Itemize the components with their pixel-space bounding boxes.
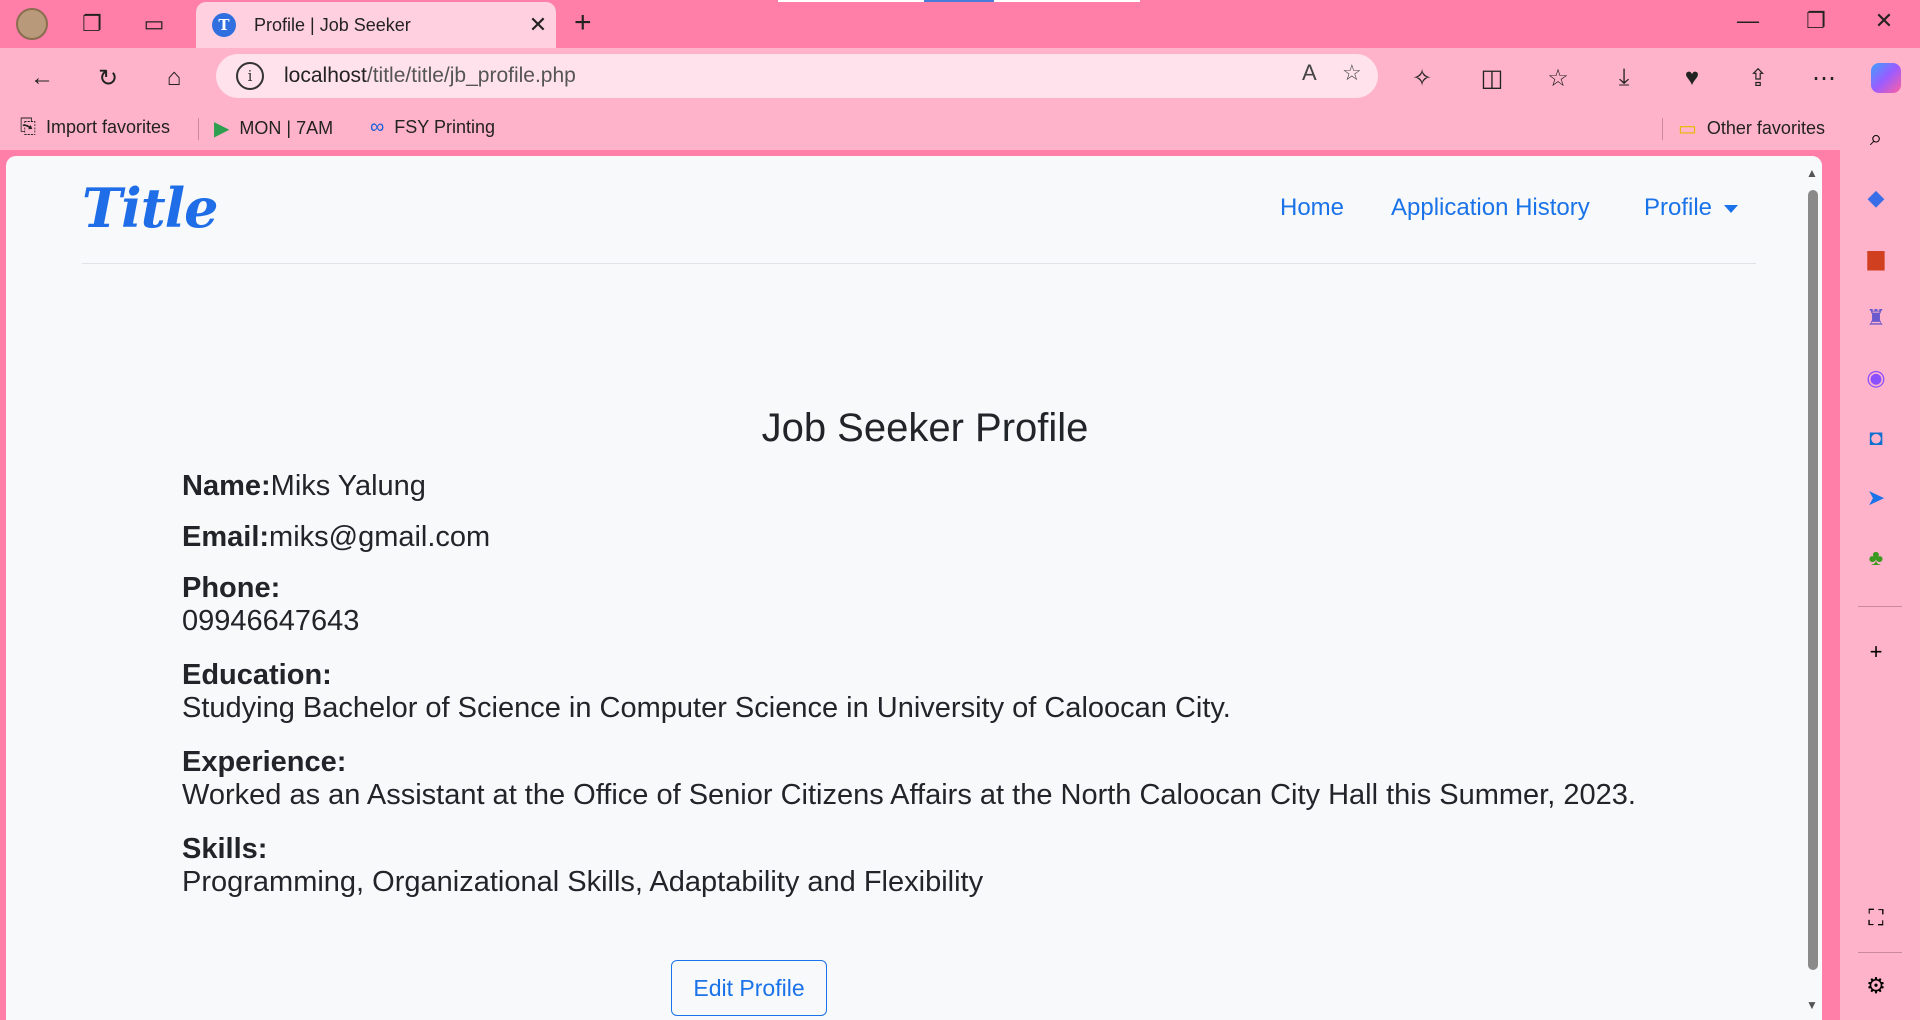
sidebar-divider — [1858, 952, 1902, 953]
import-icon: ⎘ — [20, 116, 36, 138]
minimize-icon[interactable]: — — [1728, 8, 1768, 34]
browser-toolbar: ← ↻ ⌂ i localhost/title/title/jb_profile… — [0, 48, 1920, 106]
close-tab-icon[interactable]: ✕ — [520, 12, 556, 38]
extensions-icon[interactable]: ✧ — [1404, 60, 1440, 96]
search-icon[interactable]: ⌕ — [1860, 122, 1892, 154]
microsoft-365-icon[interactable]: ◉ — [1860, 362, 1892, 394]
edit-profile-button[interactable]: Edit Profile — [671, 960, 827, 1016]
favorite-fsy-printing[interactable]: ∞ FSY Printing — [370, 116, 495, 139]
back-icon[interactable]: ← — [24, 60, 60, 96]
scrollbar[interactable]: ▲ ▼ — [1802, 156, 1822, 1020]
close-window-icon[interactable]: ✕ — [1864, 8, 1904, 34]
favorite-star-icon[interactable]: ☆ — [1342, 60, 1362, 86]
education-value: Studying Bachelor of Science in Computer… — [182, 692, 1231, 724]
navbar: Title Home Application History Profile — [82, 156, 1756, 264]
reload-icon[interactable]: ↻ — [90, 60, 126, 96]
meta-icon: ∞ — [370, 116, 385, 138]
education-label: Education: — [182, 659, 332, 691]
downloads-icon[interactable]: ⤓ — [1606, 60, 1642, 96]
favorites-divider — [1662, 118, 1663, 140]
scrollbar-thumb[interactable] — [1808, 190, 1818, 970]
browser-essentials-icon[interactable]: ♥ — [1674, 60, 1710, 96]
tab-strip-line — [994, 0, 1140, 2]
skills-value: Programming, Organizational Skills, Adap… — [182, 866, 984, 898]
page-viewport: Title Home Application History Profile J… — [6, 156, 1822, 1020]
experience-label: Experience: — [182, 746, 347, 778]
profile-avatar-icon[interactable] — [16, 8, 48, 40]
experience-value: Worked as an Assistant at the Office of … — [182, 779, 1636, 811]
tab-bar: ❐ ▭ T Profile | Job Seeker ✕ + — ❐ ✕ — [0, 0, 1920, 48]
address-bar[interactable]: i localhost/title/title/jb_profile.php A… — [216, 54, 1378, 98]
email-label: Email: — [182, 521, 270, 553]
more-options-icon[interactable]: ⋯ — [1806, 60, 1842, 96]
profile-education: Education: Studying Bachelor of Science … — [182, 659, 1231, 725]
page-title: Job Seeker Profile — [761, 406, 1089, 450]
url-text[interactable]: localhost/title/title/jb_profile.php — [284, 64, 576, 88]
nav-application-history-link[interactable]: Application History — [1391, 194, 1590, 222]
caret-down-icon — [1724, 204, 1739, 213]
scroll-down-icon[interactable]: ▼ — [1806, 998, 1818, 1012]
name-label: Name: — [182, 470, 271, 502]
shopping-tag-icon[interactable]: ◆ — [1860, 182, 1892, 214]
profile-email: Email:miks@gmail.com — [182, 521, 490, 554]
workspaces-icon[interactable]: ❐ — [76, 8, 108, 40]
tools-icon[interactable]: ▆ — [1860, 242, 1892, 274]
active-tab[interactable]: T Profile | Job Seeker ✕ — [196, 2, 556, 48]
name-value: Miks Yalung — [270, 470, 426, 502]
vertical-tabs-icon[interactable]: ▭ — [138, 8, 170, 40]
tab-title: Profile | Job Seeker — [254, 14, 411, 35]
share-icon[interactable]: ⇪ — [1740, 60, 1776, 96]
screenshot-icon[interactable]: ⛶ — [1860, 902, 1892, 934]
skills-label: Skills: — [182, 833, 268, 865]
profile-experience: Experience: Worked as an Assistant at th… — [182, 746, 1636, 812]
tab-strip-line — [778, 0, 924, 2]
copilot-icon[interactable] — [1868, 60, 1904, 96]
favorites-icon[interactable]: ☆ — [1540, 60, 1576, 96]
games-icon[interactable]: ♜ — [1860, 302, 1892, 334]
favorites-divider — [198, 118, 199, 140]
nav-home-link[interactable]: Home — [1280, 194, 1344, 222]
meet-icon: ▶ — [214, 118, 230, 140]
home-icon[interactable]: ⌂ — [156, 60, 192, 96]
site-info-icon[interactable]: i — [236, 62, 264, 90]
email-value: miks@gmail.com — [269, 521, 491, 553]
other-favorites[interactable]: ▭ Other favorites — [1678, 116, 1825, 141]
add-icon[interactable]: + — [1860, 636, 1892, 668]
read-aloud-icon[interactable]: A — [1302, 60, 1317, 86]
split-screen-icon[interactable]: ◫ — [1474, 60, 1510, 96]
new-tab-button[interactable]: + — [574, 6, 592, 40]
profile-phone: Phone: 09946647643 — [182, 572, 359, 638]
sidebar-divider — [1858, 606, 1902, 607]
favorite-import[interactable]: ⎘ Import favorites — [20, 116, 170, 139]
favorite-mon-7am[interactable]: ▶ MON | 7AM — [214, 116, 333, 141]
tree-icon[interactable]: ♣ — [1860, 542, 1892, 574]
favorites-bar: ⎘ Import favorites ▶ MON | 7AM ∞ FSY Pri… — [0, 106, 1920, 150]
edge-sidebar: ⌕ ◆ ▆ ♜ ◉ ◘ ➤ ♣ + ⛶ ⚙ — [1840, 106, 1920, 1020]
tab-strip-line — [924, 0, 994, 2]
scroll-up-icon[interactable]: ▲ — [1806, 166, 1818, 180]
profile-skills: Skills: Programming, Organizational Skil… — [182, 833, 983, 899]
folder-icon: ▭ — [1678, 118, 1697, 140]
phone-label: Phone: — [182, 572, 281, 604]
send-icon[interactable]: ➤ — [1860, 482, 1892, 514]
profile-name: Name:Miks Yalung — [182, 470, 426, 503]
restore-icon[interactable]: ❐ — [1796, 8, 1836, 34]
brand-logo[interactable]: Title — [82, 176, 219, 240]
nav-profile-dropdown[interactable]: Profile — [1644, 194, 1739, 222]
outlook-icon[interactable]: ◘ — [1860, 422, 1892, 454]
phone-value: 09946647643 — [182, 605, 360, 637]
tab-favicon-icon: T — [212, 13, 236, 37]
settings-icon[interactable]: ⚙ — [1860, 970, 1892, 1002]
